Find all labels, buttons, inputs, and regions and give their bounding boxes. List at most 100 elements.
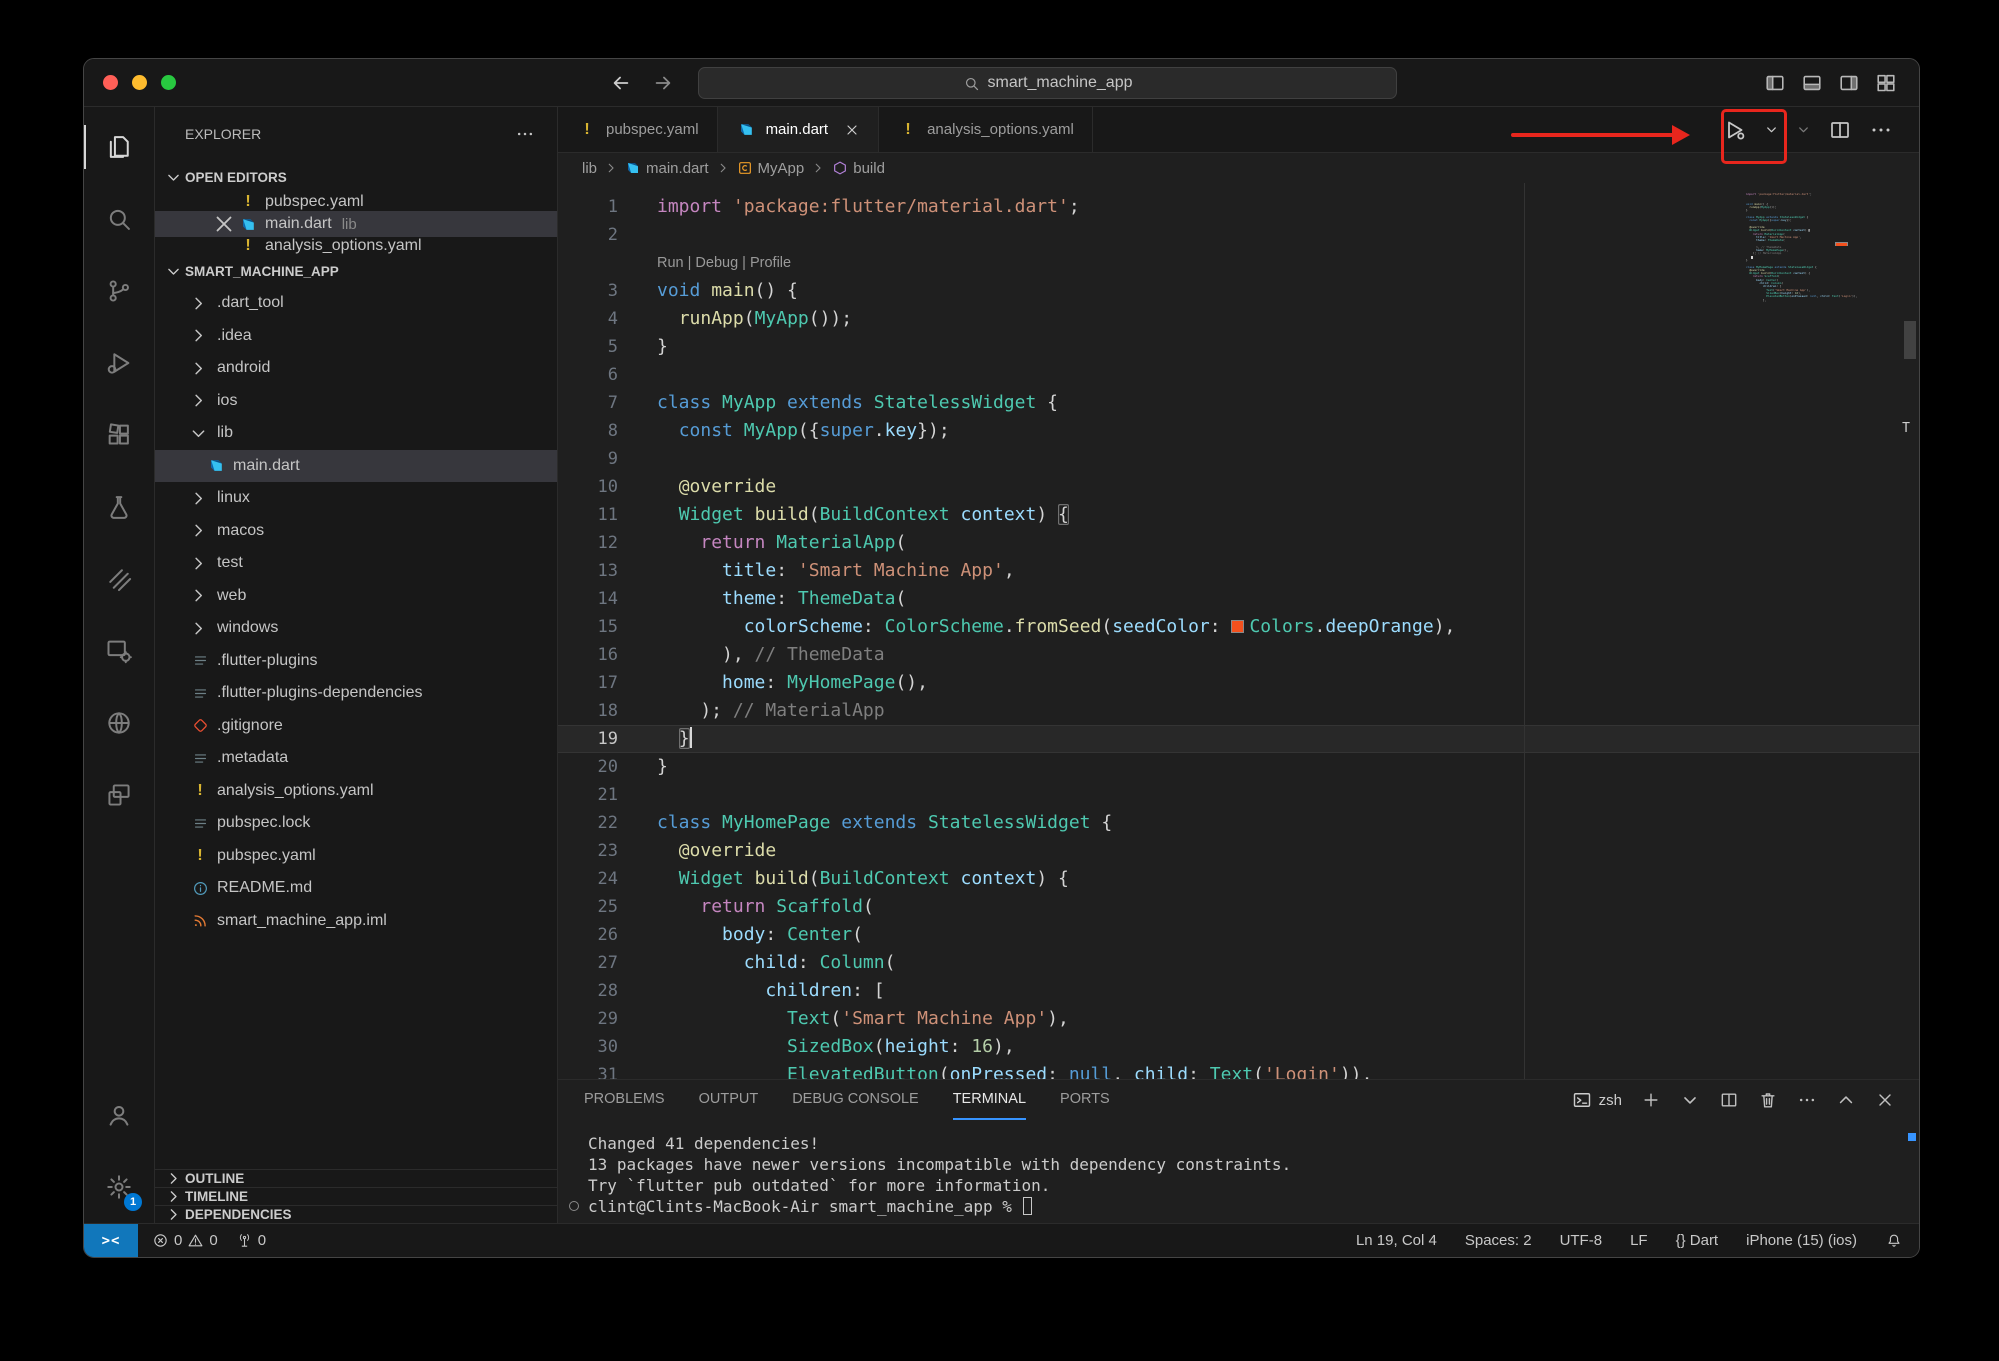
status-iphone-15-ios-[interactable]: iPhone (15) (ios) <box>1746 1232 1857 1249</box>
tree-item[interactable]: !pubspec.yaml <box>155 840 557 873</box>
code-line[interactable]: 18 ); // MaterialApp <box>558 697 1919 725</box>
activity-item-globe[interactable] <box>84 687 154 759</box>
tree-item[interactable]: test <box>155 547 557 580</box>
code-line[interactable]: 20} <box>558 753 1919 781</box>
toggle-layout-grid-icon[interactable] <box>1875 72 1897 94</box>
more-actions-icon[interactable] <box>1869 118 1893 142</box>
tree-item[interactable]: linux <box>155 482 557 515</box>
terminal[interactable]: Changed 41 dependencies!13 packages have… <box>558 1120 1919 1223</box>
panel-tab-debug-console[interactable]: DEBUG CONSOLE <box>792 1080 919 1120</box>
status-spaces-2[interactable]: Spaces: 2 <box>1465 1232 1532 1249</box>
shell-selector[interactable]: zsh <box>1572 1090 1622 1110</box>
code-line[interactable]: 25 return Scaffold( <box>558 893 1919 921</box>
bell-icon[interactable] <box>1885 1232 1903 1250</box>
split-editor-icon[interactable] <box>1828 118 1852 142</box>
tree-item[interactable]: .metadata <box>155 742 557 775</box>
codelens-row[interactable]: Run | Debug | Profile <box>558 249 1919 277</box>
activity-item-source-control[interactable] <box>84 255 154 327</box>
split-terminal-icon[interactable] <box>1719 1090 1739 1110</box>
code-line[interactable]: 4 runApp(MyApp()); <box>558 305 1919 333</box>
breadcrumb-item[interactable]: build <box>832 160 885 177</box>
code-line[interactable]: 11 Widget build(BuildContext context) { <box>558 501 1919 529</box>
code-line[interactable]: 6 <box>558 361 1919 389</box>
maximize-panel-icon[interactable] <box>1836 1090 1856 1110</box>
code-line[interactable]: 15 colorScheme: ColorScheme.fromSeed(see… <box>558 613 1919 641</box>
status-utf-8[interactable]: UTF-8 <box>1560 1232 1603 1249</box>
zoom-window-button[interactable] <box>161 75 176 90</box>
tree-item[interactable]: windows <box>155 612 557 645</box>
tree-item[interactable]: README.md <box>155 872 557 905</box>
terminal-dropdown-icon[interactable] <box>1680 1090 1700 1110</box>
code-line[interactable]: 1import 'package:flutter/material.dart'; <box>558 193 1919 221</box>
code-line[interactable]: 17 home: MyHomePage(), <box>558 669 1919 697</box>
close-editor-icon[interactable] <box>211 211 237 237</box>
activity-item-extensions[interactable] <box>84 399 154 471</box>
open-editor-item[interactable]: !analysis_options.yaml <box>155 237 557 255</box>
tree-item[interactable]: .flutter-plugins <box>155 645 557 678</box>
code-line[interactable]: 2 <box>558 221 1919 249</box>
tree-item[interactable]: .idea <box>155 320 557 353</box>
minimize-window-button[interactable] <box>132 75 147 90</box>
ports-status[interactable]: 0 <box>236 1232 266 1249</box>
close-panel-icon[interactable] <box>1875 1090 1895 1110</box>
panel-tab-terminal[interactable]: TERMINAL <box>953 1080 1026 1120</box>
codelens-run-debug-profile[interactable]: Run | Debug | Profile <box>657 249 791 277</box>
section-dependencies[interactable]: DEPENDENCIES <box>155 1205 557 1223</box>
code-line[interactable]: 21 <box>558 781 1919 809</box>
activity-item-settings[interactable]: 1 <box>84 1151 154 1223</box>
panel-tab-problems[interactable]: PROBLEMS <box>584 1080 665 1120</box>
new-terminal-icon[interactable] <box>1641 1090 1661 1110</box>
tree-item[interactable]: !analysis_options.yaml <box>155 775 557 808</box>
breadcrumb-item[interactable]: lib <box>582 160 597 177</box>
code-line[interactable]: 3void main() { <box>558 277 1919 305</box>
panel-tab-output[interactable]: OUTPUT <box>699 1080 759 1120</box>
kill-terminal-icon[interactable] <box>1758 1090 1778 1110</box>
forward-arrow-icon[interactable] <box>652 72 674 94</box>
code-line[interactable]: 26 body: Center( <box>558 921 1919 949</box>
code-line[interactable]: 5} <box>558 333 1919 361</box>
more-actions-icon[interactable] <box>515 124 535 144</box>
breadcrumb-item[interactable]: MyApp <box>737 160 805 177</box>
code-line[interactable]: 30 SizedBox(height: 16), <box>558 1033 1919 1061</box>
tab-analysis_options.yaml[interactable]: !analysis_options.yaml <box>879 107 1093 152</box>
tree-item[interactable]: ios <box>155 385 557 418</box>
panel-tab-ports[interactable]: PORTS <box>1060 1080 1110 1120</box>
tab-main.dart[interactable]: main.dart <box>718 107 880 152</box>
activity-item-run-debug[interactable] <box>84 327 154 399</box>
open-editor-item[interactable]: !pubspec.yaml <box>155 193 557 211</box>
code-line[interactable]: 7class MyApp extends StatelessWidget { <box>558 389 1919 417</box>
section-outline[interactable]: OUTLINE <box>155 1169 557 1187</box>
activity-item-diagonal-lines[interactable] <box>84 543 154 615</box>
problems-status[interactable]: 00 <box>152 1232 218 1249</box>
activity-item-window-gear[interactable] <box>84 615 154 687</box>
breadcrumb-item[interactable]: main.dart <box>625 160 709 177</box>
tab-pubspec.yaml[interactable]: !pubspec.yaml <box>558 107 718 152</box>
tree-item[interactable]: android <box>155 352 557 385</box>
open-editor-item[interactable]: main.dartlib <box>155 211 557 237</box>
activity-item-account[interactable] <box>84 1079 154 1151</box>
activity-item-search[interactable] <box>84 183 154 255</box>
close-window-button[interactable] <box>103 75 118 90</box>
editor-scrollbar-thumb[interactable] <box>1904 321 1916 359</box>
tree-item[interactable]: pubspec.lock <box>155 807 557 840</box>
command-center-search[interactable]: smart_machine_app <box>698 67 1397 99</box>
remote-indicator[interactable]: >< <box>84 1224 138 1257</box>
project-section-header[interactable]: SMART_MACHINE_APP <box>155 255 557 287</box>
code-line[interactable]: 24 Widget build(BuildContext context) { <box>558 865 1919 893</box>
close-tab-icon[interactable] <box>844 122 860 138</box>
code-line[interactable]: 9 <box>558 445 1919 473</box>
code-line[interactable]: 13 title: 'Smart Machine App', <box>558 557 1919 585</box>
tree-item[interactable]: smart_machine_app.iml <box>155 905 557 938</box>
minimap[interactable]: import 'package:flutter/material.dart';v… <box>1746 193 1896 302</box>
toggle-panel-bottom-icon[interactable] <box>1801 72 1823 94</box>
code-line[interactable]: 12 return MaterialApp( <box>558 529 1919 557</box>
code-editor[interactable]: 1import 'package:flutter/material.dart';… <box>558 183 1919 1079</box>
terminal-prompt[interactable]: clint@Clints-MacBook-Air smart_machine_a… <box>588 1196 1919 1217</box>
secondary-chevron-icon[interactable] <box>1796 122 1811 137</box>
tree-item[interactable]: main.dart <box>155 450 557 483</box>
code-line[interactable]: 28 children: [ <box>558 977 1919 1005</box>
tree-item[interactable]: lib <box>155 417 557 450</box>
code-line[interactable]: 27 child: Column( <box>558 949 1919 977</box>
tree-item[interactable]: .gitignore <box>155 710 557 743</box>
status-ln-19-col-4[interactable]: Ln 19, Col 4 <box>1356 1232 1437 1249</box>
